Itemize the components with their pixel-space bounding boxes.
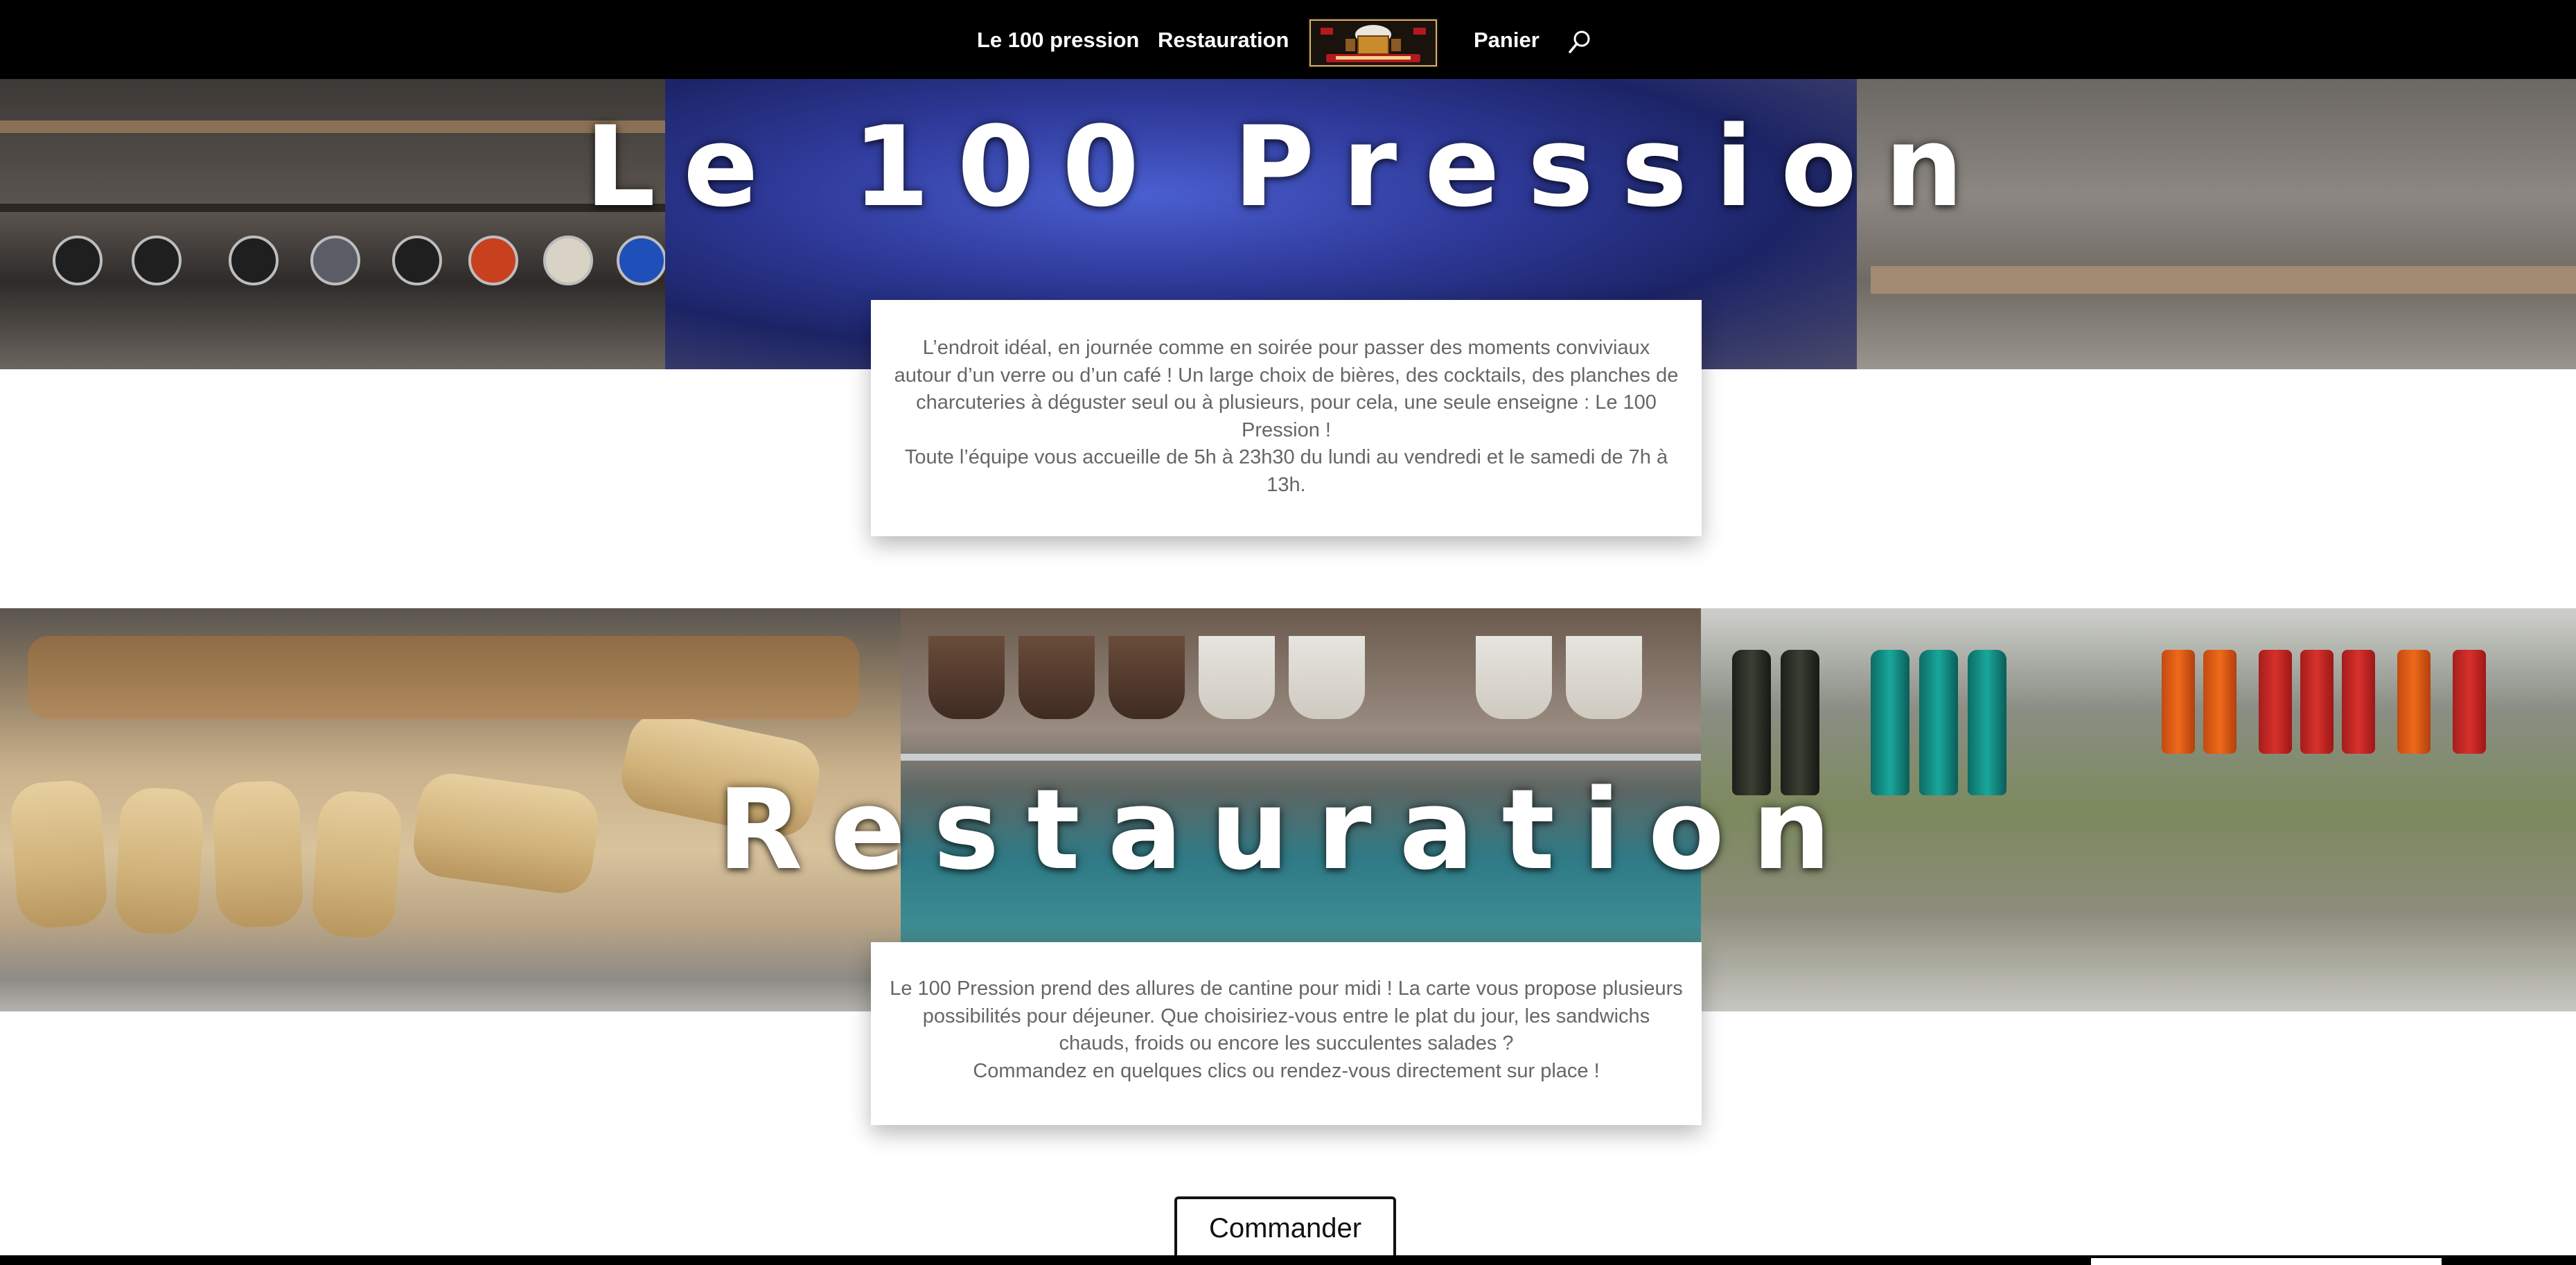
top-navigation-bar: Le 100 pression Restauration Panier	[0, 0, 2576, 79]
intro-paragraph: L’endroit idéal, en journée comme en soi…	[894, 337, 1679, 441]
restauration-paragraph: Le 100 Pression prend des allures de can…	[890, 977, 1683, 1054]
soda-can	[2162, 650, 2195, 754]
order-invitation-paragraph: Commandez en quelques clics ou rendez-vo…	[973, 1059, 1600, 1082]
dessert-cup	[1199, 636, 1275, 719]
soda-can	[2397, 650, 2431, 754]
sandwich-row	[28, 636, 859, 719]
dessert-cup	[1476, 636, 1552, 719]
soda-can	[2259, 650, 2292, 754]
beer-tap-badge	[392, 236, 442, 285]
bar-counter	[1871, 266, 2576, 294]
dessert-cup	[1109, 636, 1185, 719]
soda-can	[2342, 650, 2375, 754]
beer-tap-badge	[543, 236, 593, 285]
opening-hours-paragraph: Toute l’équipe vous accueille de 5h à 23…	[904, 446, 1668, 496]
beer-tap-badge	[468, 236, 518, 285]
dessert-cup	[1018, 636, 1095, 719]
nav-link-le-100-pression[interactable]: Le 100 pression	[977, 25, 1139, 55]
beer-tap-badge	[53, 236, 103, 285]
beer-tap-badge	[229, 236, 279, 285]
beer-tap-badge	[617, 236, 667, 285]
nav-link-restauration[interactable]: Restauration	[1158, 25, 1289, 55]
bar-logo-icon[interactable]	[1308, 18, 1438, 68]
dessert-cup	[928, 636, 1005, 719]
search-icon[interactable]	[1568, 29, 1593, 54]
beer-tap-badge	[132, 236, 182, 285]
dessert-cup	[1289, 636, 1365, 719]
display-shelf	[901, 754, 1701, 761]
hero-title-le-100-pression: Le 100 Pression	[585, 102, 1991, 231]
soda-can	[2300, 650, 2334, 754]
restauration-card: Le 100 Pression prend des allures de can…	[871, 942, 1702, 1125]
soda-can	[2453, 650, 2486, 754]
soda-can	[2203, 650, 2237, 754]
nav-link-panier[interactable]: Panier	[1474, 25, 1540, 55]
intro-card: L’endroit idéal, en journée comme en soi…	[871, 300, 1702, 536]
beer-tap-badge	[310, 236, 360, 285]
hero-title-restauration: Restauration	[717, 765, 1859, 894]
dessert-cup	[1566, 636, 1642, 719]
bottom-widget[interactable]	[2091, 1258, 2442, 1265]
commander-button[interactable]: Commander	[1174, 1196, 1396, 1261]
